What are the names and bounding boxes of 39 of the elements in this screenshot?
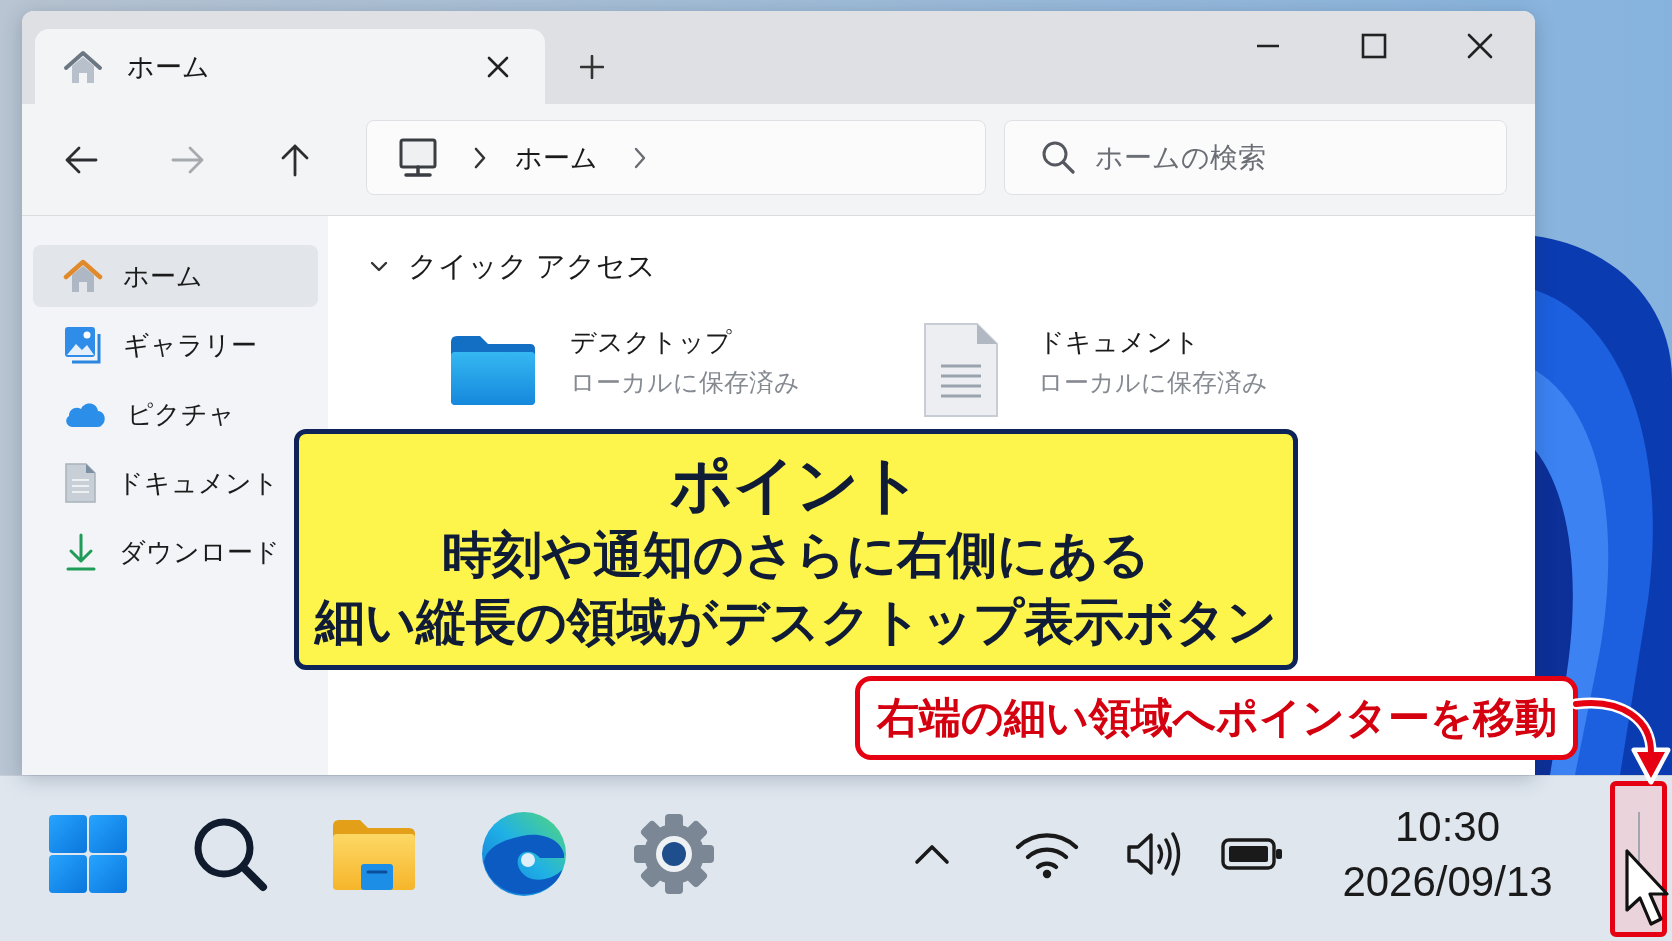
callout-text: 時刻や通知のさらに右側にある 細い縦長の領域がデスクトップ表示ボタン [315, 526, 1277, 652]
tab[interactable]: ホーム [35, 29, 545, 104]
back-arrow-icon[interactable] [64, 144, 98, 175]
clock-date: 2026/09/13 [1342, 856, 1553, 907]
sidebar-item[interactable]: ダウンロード [33, 521, 286, 583]
note-text: 右端の細い領域へポインターを移動 [876, 693, 1557, 743]
clock-time: 10:30 [1394, 801, 1501, 852]
plus-icon[interactable] [580, 55, 604, 79]
folder-icon[interactable] [450, 334, 536, 406]
search-field[interactable]: ホームの検索 [1004, 120, 1507, 195]
sidebar-item[interactable]: ピクチャ [33, 383, 241, 445]
document-icon [63, 462, 97, 504]
item-status: ローカルに保存済み [1038, 367, 1268, 398]
home-icon [63, 257, 103, 295]
sidebar-item[interactable]: ギャラリー [33, 314, 263, 376]
mouse-pointer-icon [1624, 848, 1670, 928]
picture-icon [63, 325, 103, 365]
maximize-icon[interactable] [1361, 33, 1387, 59]
browser-icon[interactable] [480, 809, 568, 898]
chevron-up-icon[interactable] [914, 842, 950, 865]
up-arrow-icon[interactable] [280, 142, 310, 177]
section-header: クイック アクセス [408, 249, 657, 284]
item-name: ドキュメント [1038, 326, 1201, 359]
callout-title: ポイント [670, 450, 922, 520]
address-bar[interactable]: ホーム [366, 120, 986, 195]
sidebar-item[interactable]: ホーム [33, 245, 318, 307]
close-icon[interactable] [487, 55, 509, 78]
search-icon [1041, 140, 1075, 174]
start-icon[interactable] [48, 813, 128, 894]
document-icon[interactable] [923, 322, 999, 418]
computer-icon [398, 137, 438, 178]
item-name: デスクトップ [570, 326, 733, 359]
chevron-right-icon[interactable] [473, 145, 487, 170]
battery-icon[interactable] [1221, 836, 1283, 871]
gear-icon[interactable] [632, 811, 716, 896]
close-icon[interactable] [1467, 33, 1493, 59]
breadcrumb-item[interactable]: ホーム [515, 139, 598, 176]
sidebar-item[interactable]: ドキュメント [33, 452, 285, 514]
item-status: ローカルに保存済み [570, 367, 800, 398]
